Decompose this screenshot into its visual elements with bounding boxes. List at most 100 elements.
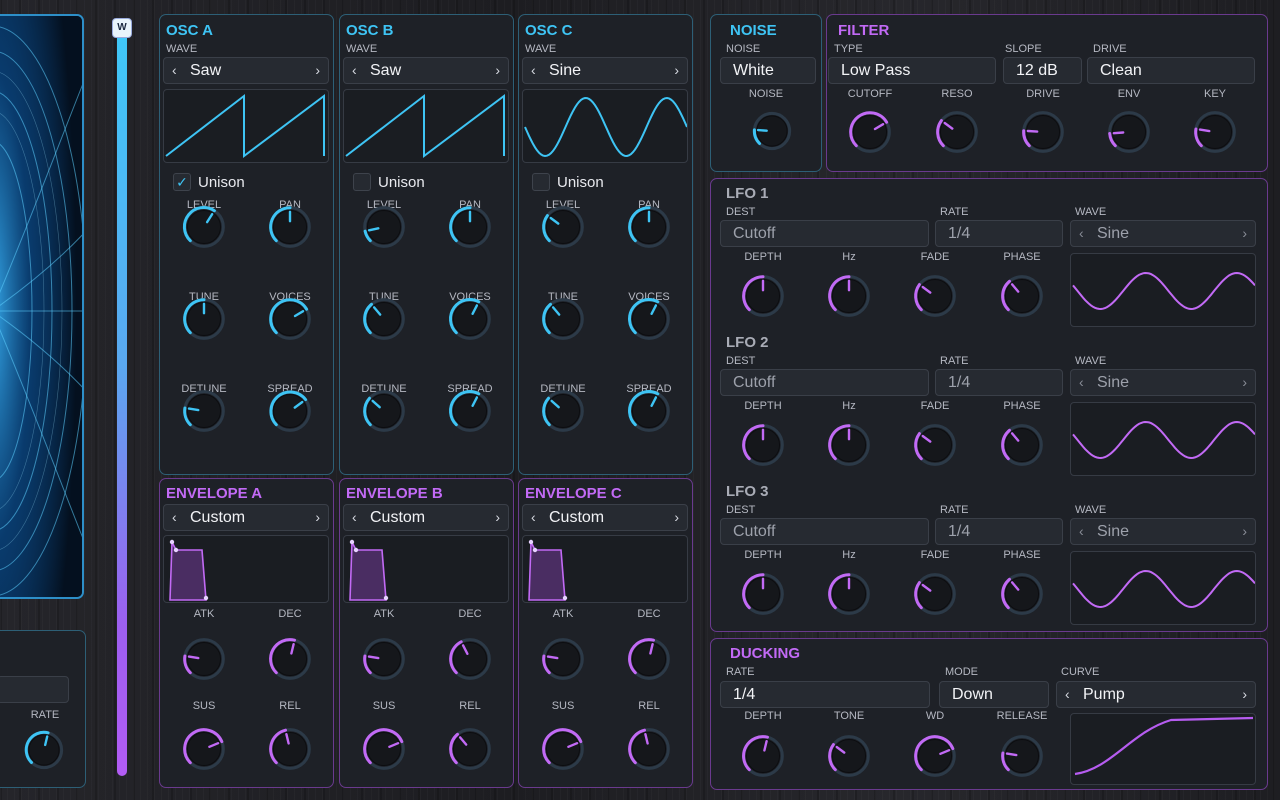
osc-knob-level[interactable] [181, 204, 227, 250]
envelope-knob-dec[interactable] [447, 636, 493, 682]
filter-drive-field[interactable]: Clean [1087, 57, 1255, 84]
osc-knob-level[interactable] [361, 204, 407, 250]
filter-knob-env[interactable] [1106, 109, 1152, 155]
lfo-rate-field[interactable]: 1/4 [935, 220, 1063, 247]
osc-knob-detune[interactable] [361, 388, 407, 434]
lfo-knob-fade[interactable] [912, 273, 958, 319]
chevron-right-icon[interactable]: › [495, 58, 500, 83]
envelope-knob-atk[interactable] [181, 636, 227, 682]
envelope-knob-dec[interactable] [626, 636, 672, 682]
lfo-dest-field[interactable]: Cutoff [720, 518, 929, 545]
noise-knob[interactable] [751, 110, 793, 152]
chevron-right-icon[interactable]: › [1242, 221, 1247, 246]
osc-knob-detune[interactable] [181, 388, 227, 434]
chevron-right-icon[interactable]: › [674, 505, 679, 530]
lfo-wave-selector[interactable]: ‹ Sine › [1070, 518, 1256, 545]
chevron-left-icon[interactable]: ‹ [352, 505, 357, 530]
osc-knob-voices[interactable] [267, 296, 313, 342]
envelope-knob-sus[interactable] [181, 726, 227, 772]
chevron-right-icon[interactable]: › [1242, 682, 1247, 707]
chevron-left-icon[interactable]: ‹ [531, 58, 536, 83]
lfo-knob-phase[interactable] [999, 571, 1045, 617]
lfo-knob-phase[interactable] [999, 422, 1045, 468]
osc-knob-tune[interactable] [361, 296, 407, 342]
lfo-wave-selector[interactable]: ‹ Sine › [1070, 369, 1256, 396]
ducking-knob-wd[interactable] [912, 733, 958, 779]
lfo-knob-hz[interactable] [826, 571, 872, 617]
wave-selector[interactable]: ‹ Sine › [522, 57, 688, 84]
ducking-mode-field[interactable]: Down [939, 681, 1049, 708]
osc-knob-detune[interactable] [540, 388, 586, 434]
envelope-preset-selector[interactable]: ‹ Custom › [163, 504, 329, 531]
unison-checkbox[interactable]: ✓ [173, 173, 191, 191]
lfo-wave-selector[interactable]: ‹ Sine › [1070, 220, 1256, 247]
chevron-left-icon[interactable]: ‹ [1079, 221, 1084, 246]
lfo-knob-depth[interactable] [740, 571, 786, 617]
left-bottom-field[interactable] [0, 676, 69, 703]
wave-selector[interactable]: ‹ Saw › [163, 57, 329, 84]
envelope-knob-atk[interactable] [540, 636, 586, 682]
ducking-knob-tone[interactable] [826, 733, 872, 779]
envelope-knob-rel[interactable] [447, 726, 493, 772]
osc-knob-pan[interactable] [447, 204, 493, 250]
lfo-knob-fade[interactable] [912, 422, 958, 468]
chevron-left-icon[interactable]: ‹ [172, 505, 177, 530]
lfo-knob-hz[interactable] [826, 273, 872, 319]
osc-knob-spread[interactable] [267, 388, 313, 434]
lfo-rate-field[interactable]: 1/4 [935, 518, 1063, 545]
osc-knob-spread[interactable] [626, 388, 672, 434]
osc-knob-tune[interactable] [181, 296, 227, 342]
envelope-preset-selector[interactable]: ‹ Custom › [522, 504, 688, 531]
envelope-preset-selector[interactable]: ‹ Custom › [343, 504, 509, 531]
chevron-left-icon[interactable]: ‹ [531, 505, 536, 530]
rate-knob[interactable] [23, 729, 65, 771]
lfo-knob-fade[interactable] [912, 571, 958, 617]
filter-slope-field[interactable]: 12 dB [1003, 57, 1082, 84]
chevron-left-icon[interactable]: ‹ [1065, 682, 1070, 707]
chevron-right-icon[interactable]: › [315, 58, 320, 83]
chevron-left-icon[interactable]: ‹ [1079, 519, 1084, 544]
chevron-left-icon[interactable]: ‹ [172, 58, 177, 83]
lfo-knob-hz[interactable] [826, 422, 872, 468]
ducking-knob-release[interactable] [999, 733, 1045, 779]
lfo-knob-depth[interactable] [740, 273, 786, 319]
envelope-knob-sus[interactable] [361, 726, 407, 772]
macro-slider-handle[interactable]: W [112, 18, 132, 38]
envelope-knob-rel[interactable] [267, 726, 313, 772]
ducking-curve-selector[interactable]: ‹ Pump › [1056, 681, 1256, 708]
chevron-right-icon[interactable]: › [1242, 370, 1247, 395]
lfo-knob-depth[interactable] [740, 422, 786, 468]
wave-selector[interactable]: ‹ Saw › [343, 57, 509, 84]
osc-knob-voices[interactable] [626, 296, 672, 342]
filter-knob-drive[interactable] [1020, 109, 1066, 155]
envelope-knob-atk[interactable] [361, 636, 407, 682]
filter-type-field[interactable]: Low Pass [828, 57, 996, 84]
chevron-right-icon[interactable]: › [495, 505, 500, 530]
lfo-dest-field[interactable]: Cutoff [720, 220, 929, 247]
osc-knob-tune[interactable] [540, 296, 586, 342]
ducking-knob-depth[interactable] [740, 733, 786, 779]
chevron-right-icon[interactable]: › [674, 58, 679, 83]
lfo-dest-field[interactable]: Cutoff [720, 369, 929, 396]
lfo-knob-phase[interactable] [999, 273, 1045, 319]
chevron-left-icon[interactable]: ‹ [352, 58, 357, 83]
envelope-knob-rel[interactable] [626, 726, 672, 772]
osc-knob-pan[interactable] [626, 204, 672, 250]
filter-knob-reso[interactable] [934, 109, 980, 155]
unison-checkbox[interactable] [353, 173, 371, 191]
osc-knob-level[interactable] [540, 204, 586, 250]
envelope-knob-dec[interactable] [267, 636, 313, 682]
chevron-left-icon[interactable]: ‹ [1079, 370, 1084, 395]
filter-knob-cutoff[interactable] [847, 109, 893, 155]
filter-knob-key[interactable] [1192, 109, 1238, 155]
chevron-right-icon[interactable]: › [1242, 519, 1247, 544]
osc-knob-pan[interactable] [267, 204, 313, 250]
ducking-rate-field[interactable]: 1/4 [720, 681, 930, 708]
envelope-knob-sus[interactable] [540, 726, 586, 772]
macro-slider[interactable]: W [112, 18, 132, 778]
unison-checkbox[interactable] [532, 173, 550, 191]
noise-type-field[interactable]: White [720, 57, 816, 84]
chevron-right-icon[interactable]: › [315, 505, 320, 530]
lfo-rate-field[interactable]: 1/4 [935, 369, 1063, 396]
osc-knob-voices[interactable] [447, 296, 493, 342]
